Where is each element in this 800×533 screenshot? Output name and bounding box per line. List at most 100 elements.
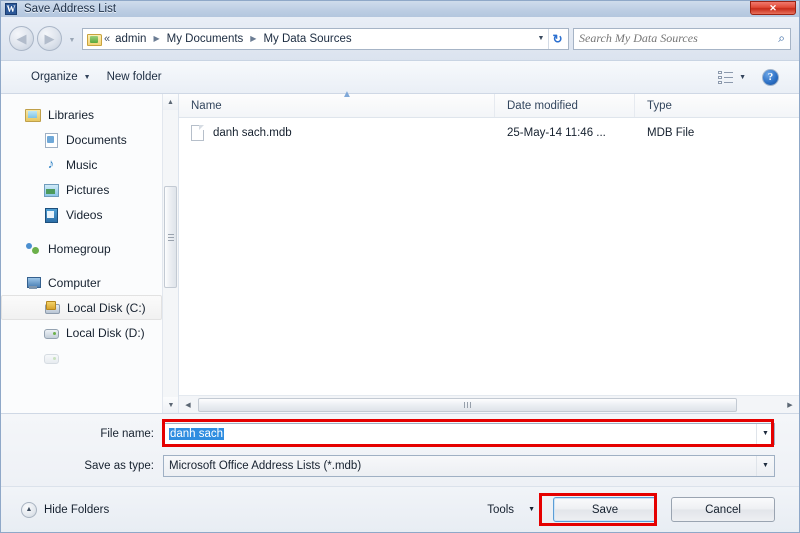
list-view-icon [718,70,734,84]
sidebar-item-videos[interactable]: Videos [1,202,178,227]
help-button[interactable]: ? [754,66,787,89]
history-dropdown-icon[interactable]: ▼ [66,33,78,44]
local-disk-d-icon [43,325,59,340]
file-list-horizontal-scrollbar[interactable]: ◀ ▶ [179,395,799,413]
breadcrumb-item-my-data-sources[interactable]: My Data Sources [260,32,354,46]
breadcrumb-item-admin[interactable]: admin [112,32,149,46]
refresh-icon[interactable]: ↻ [548,28,566,49]
collapse-up-icon: ▲ [21,501,37,518]
word-icon: W [5,3,17,15]
chevron-down-icon[interactable]: ▼ [756,456,774,476]
sidebar-item-label: Local Disk (C:) [67,300,146,315]
sidebar-item-label: Computer [48,275,101,290]
sidebar-item-label: Pictures [66,182,110,197]
sidebar-item-label: Videos [66,207,103,222]
column-header-type[interactable]: Type [635,94,799,117]
search-input[interactable] [579,31,771,46]
sidebar-item-label: Music [66,157,98,172]
scrollbar-thumb[interactable] [198,397,738,412]
chevron-down-icon[interactable]: ▼ [534,35,548,42]
new-folder-button[interactable]: New folder [99,68,170,86]
column-header-name[interactable]: Name [179,94,495,117]
navigation-pane: Libraries Documents ♪ Music Pictures Vid… [1,94,179,413]
folder-icon [86,32,102,46]
breadcrumb-prefix[interactable]: « [102,33,112,45]
sidebar-item-documents[interactable]: Documents [1,127,178,152]
back-arrow-icon[interactable]: ◀ [9,26,34,51]
breadcrumb-separator-icon[interactable]: ▶ [149,34,163,43]
file-date-cell: 25-May-14 11:46 ... [507,127,606,139]
new-folder-label: New folder [106,71,162,83]
view-mode-button[interactable]: ▼ [710,68,754,87]
sidebar-item-libraries[interactable]: Libraries [1,102,178,127]
scroll-down-icon[interactable]: ▼ [163,397,178,413]
save-button[interactable]: Save [553,497,657,522]
scroll-left-icon[interactable]: ◀ [180,401,196,409]
forward-arrow-icon[interactable]: ▶ [37,26,62,51]
sidebar-item-partial[interactable] [1,345,178,370]
sidebar-item-computer[interactable]: Computer [1,270,178,295]
file-name-label: File name: [100,428,154,440]
sidebar-item-local-disk-d[interactable]: Local Disk (D:) [1,320,178,345]
pictures-icon [43,182,59,197]
dialog-body: Libraries Documents ♪ Music Pictures Vid… [1,89,799,414]
homegroup-icon [25,241,41,256]
tools-label: Tools [487,503,515,516]
file-name-input[interactable]: danh sach ▼ [163,423,775,445]
breadcrumb-item-my-documents[interactable]: My Documents [164,32,247,46]
file-list-pane: Name Date modified Type ▲ danh sach.mdb … [179,89,799,413]
organize-button[interactable]: Organize ▼ [23,68,99,86]
file-icon [191,125,204,141]
sidebar-item-local-disk-c[interactable]: Local Disk (C:) [1,295,162,320]
local-disk-c-icon [44,300,60,315]
chevron-down-icon: ▼ [739,73,746,81]
hide-folders-button[interactable]: ▲ Hide Folders [21,501,110,518]
dialog-footer: ▲ Hide Folders Tools ▼ Save Cancel [1,486,799,532]
music-icon: ♪ [47,156,55,171]
file-type-cell: MDB File [647,127,695,139]
library-icon [25,107,41,122]
column-header-date-modified[interactable]: Date modified [495,94,635,117]
computer-icon [25,275,41,290]
sidebar-item-homegroup[interactable]: Homegroup [1,236,178,261]
address-bar[interactable]: « admin ▶ My Documents ▶ My Data Sources… [82,27,569,50]
save-address-list-dialog: W Save Address List ✕ ◀ ▶ ▼ « admin ▶ My… [0,0,800,533]
sidebar-item-music[interactable]: ♪ Music [1,152,178,177]
documents-icon [43,132,59,148]
breadcrumb: « admin ▶ My Documents ▶ My Data Sources [102,32,534,46]
file-name-selected-text: danh sach [169,428,225,440]
sidebar-scrollbar[interactable]: ▲ ▼ [162,94,178,413]
search-box[interactable]: ⌕ [573,27,791,50]
save-as-type-select[interactable]: Microsoft Office Address Lists (*.mdb) ▼ [163,455,775,477]
sidebar-item-label: Libraries [48,107,95,122]
chevron-down-icon: ▼ [528,506,535,513]
table-row[interactable]: danh sach.mdb 25-May-14 11:46 ... MDB Fi… [179,118,799,148]
videos-icon [43,207,59,223]
column-headers: Name Date modified Type ▲ [179,89,799,118]
sort-indicator-icon: ▲ [342,89,352,100]
cancel-button[interactable]: Cancel [671,497,775,522]
title-bar: W Save Address List ✕ [1,1,799,17]
sidebar-item-label: Documents [66,132,127,147]
scroll-up-icon[interactable]: ▲ [163,94,178,110]
close-button[interactable]: ✕ [750,1,796,15]
sidebar-item-pictures[interactable]: Pictures [1,177,178,202]
toolbar: Organize ▼ New folder ▼ ? [1,61,799,94]
chevron-down-icon[interactable]: ▼ [756,424,774,444]
sidebar-item-label: Local Disk (D:) [66,325,145,340]
file-name-text: danh sach.mdb [213,127,292,139]
tools-button[interactable]: Tools ▼ [487,504,535,516]
close-icon: ✕ [769,2,777,13]
save-as-type-row: Save as type: Microsoft Office Address L… [1,454,775,478]
search-icon: ⌕ [778,31,785,45]
help-icon: ? [762,68,779,86]
sidebar-scrollbar-thumb[interactable] [164,186,177,288]
save-form: File name: danh sach ▼ Save as type: Mic… [1,414,799,486]
scroll-right-icon[interactable]: ▶ [782,401,798,409]
organize-label: Organize [31,71,78,83]
file-name-cell: danh sach.mdb [179,125,495,141]
scrollbar-track[interactable] [196,397,782,412]
hide-folders-label: Hide Folders [44,503,110,516]
breadcrumb-separator-icon[interactable]: ▶ [246,34,260,43]
chevron-down-icon: ▼ [83,73,91,81]
